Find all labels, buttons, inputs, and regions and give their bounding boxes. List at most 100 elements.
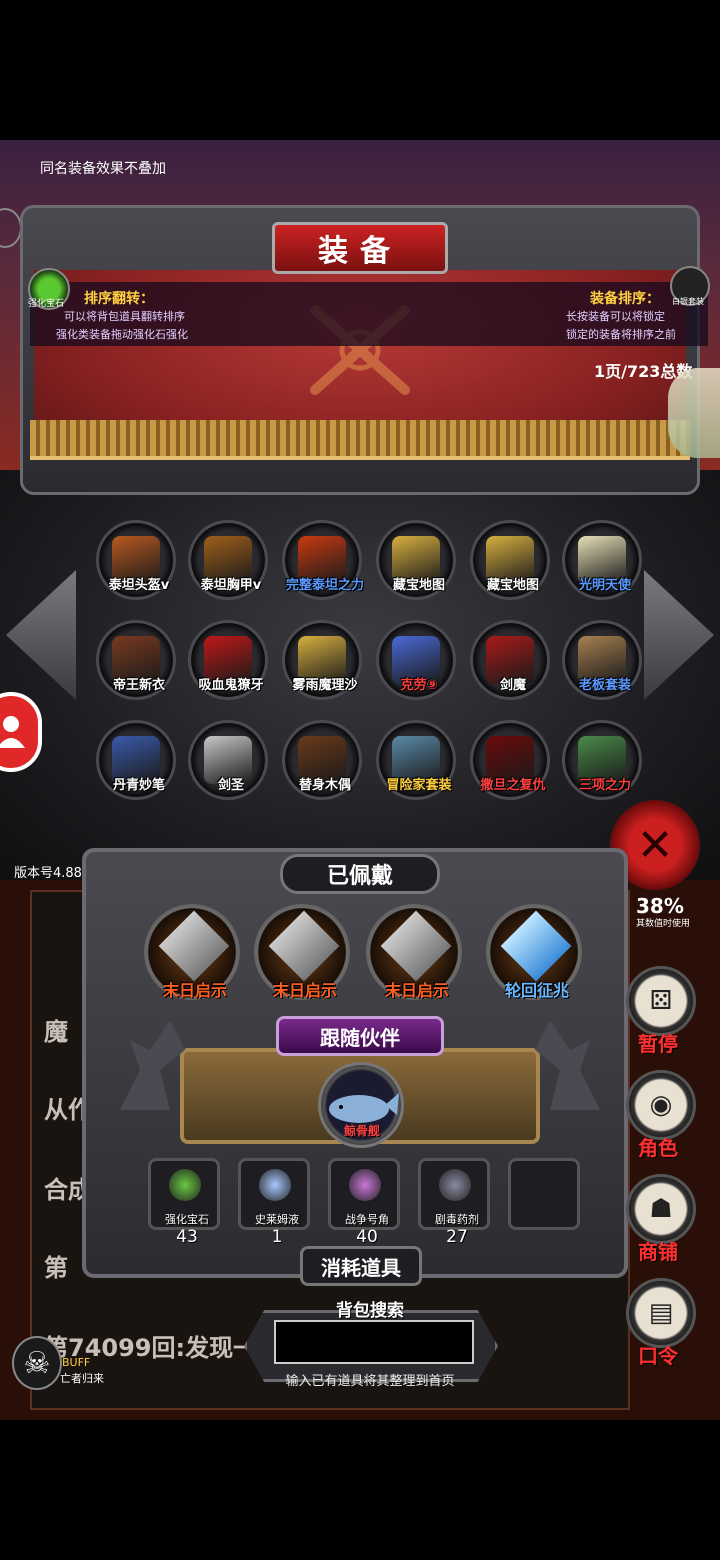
floating-widget[interactable] (668, 368, 720, 458)
inventory-slot[interactable]: 泰坦胸甲v (188, 520, 268, 600)
inventory-slot[interactable]: 雾雨魔理沙 (282, 620, 362, 700)
item-label: 吸血鬼獠牙 (198, 678, 264, 693)
item-label: 剑圣 (217, 778, 244, 793)
search-input[interactable] (274, 1320, 474, 1364)
sort-flip-title[interactable]: 排序翻转： (84, 288, 154, 308)
item-label: 丹青妙笔 (112, 778, 165, 793)
inventory-slot[interactable]: 帝王新衣 (96, 620, 176, 700)
side-button-1[interactable]: ⚄ (626, 966, 696, 1036)
inventory-slot[interactable]: 完整泰坦之力 (282, 520, 364, 600)
item-label: 泰坦头盔v (108, 578, 170, 593)
equipped-label: 末日启示 (162, 981, 227, 1000)
inventory-slot[interactable]: 藏宝地图 (376, 520, 456, 600)
side-button-label: 暂停 (638, 1032, 678, 1056)
item-label: 克劳⑨ (400, 678, 438, 693)
consumable-count: 43 (176, 1227, 198, 1247)
search-hint: 输入已有道具将其整理到首页 (285, 1374, 455, 1389)
consumable-count: 40 (356, 1227, 378, 1247)
consumable-slot[interactable]: 强化宝石 43 (148, 1158, 220, 1247)
enhance-gem-label: 强化宝石 (28, 299, 65, 309)
inventory-slot[interactable]: 藏宝地图 (470, 520, 550, 600)
dragon-statue-left-icon (120, 1020, 185, 1110)
axe-icon (268, 910, 340, 982)
inventory-slot[interactable]: 剑魔 (470, 620, 550, 700)
consumable-label: 强化宝石 (165, 1213, 209, 1226)
consumable-icon (439, 1169, 471, 1201)
item-label: 藏宝地图 (392, 578, 445, 593)
consumable-label: 剧毒药剂 (435, 1213, 479, 1226)
consumable-label: 战争号角 (345, 1213, 389, 1226)
search-title: 背包搜索 (336, 1301, 404, 1321)
user-icon (0, 716, 25, 748)
inventory-slot[interactable]: 吸血鬼獠牙 (188, 620, 268, 700)
equip-sort-line1: 长按装备可以将锁定 (566, 310, 665, 323)
equipped-label: 末日启示 (272, 981, 337, 1000)
item-label: 光明天使 (578, 578, 631, 593)
book-icon: ▤ (648, 1298, 674, 1328)
consumable-label: 史莱姆液 (255, 1213, 299, 1226)
consumable-count: 1 (271, 1227, 283, 1247)
sort-flip-line1: 可以将背包道具翻转排序 (64, 310, 185, 323)
equipped-slot[interactable]: 末日启示 (366, 904, 462, 1000)
item-label: 帝王新衣 (112, 678, 165, 693)
item-label: 藏宝地图 (486, 578, 539, 593)
consumables-title: 消耗道具 (300, 1246, 422, 1286)
item-label: 完整泰坦之力 (285, 578, 364, 593)
item-label: 剑魔 (499, 678, 526, 693)
close-icon: ✕ (636, 819, 674, 871)
inventory-slot[interactable]: 光明天使 (562, 520, 642, 600)
inventory-slot[interactable]: 剑圣 (188, 720, 268, 800)
consumable-slot[interactable] (508, 1158, 580, 1230)
consumable-count: 27 (446, 1227, 468, 1247)
axe-icon (380, 910, 452, 982)
buff-label: BUFF (62, 1356, 91, 1369)
side-button-4[interactable]: ▤ (626, 1278, 696, 1348)
equipped-slot[interactable]: 末日启示 (144, 904, 240, 1000)
axe-icon (158, 910, 230, 982)
item-label: 替身木偶 (298, 778, 351, 793)
log-line: 第 (44, 1254, 68, 1282)
inventory-slot[interactable]: 冒险家套装 (376, 720, 456, 800)
equipped-slot[interactable]: 轮回征兆 (486, 904, 582, 1000)
inventory-slot[interactable]: 替身木偶 (282, 720, 362, 800)
equipped-slot[interactable]: 末日启示 (254, 904, 350, 1000)
merchant-icon: ☗ (649, 1194, 673, 1224)
consumable-slot[interactable]: 史莱姆液 1 (238, 1158, 310, 1247)
inventory-slot[interactable]: 老板套装 (562, 620, 642, 700)
dragon-statue-right-icon (535, 1020, 600, 1110)
inventory-slot[interactable]: 撒旦之复仇 (470, 720, 550, 800)
side-button-label: 角色 (638, 1136, 678, 1160)
item-label: 雾雨魔理沙 (292, 678, 358, 693)
consumable-slot[interactable]: 剧毒药剂 27 (418, 1158, 490, 1247)
inventory-slot[interactable]: 三项之力 (562, 720, 642, 800)
sort-flip-line2: 强化类装备拖动强化石强化 (56, 328, 188, 341)
dice-icon: ⚄ (649, 986, 673, 1016)
consumable-icon (259, 1169, 291, 1201)
equipped-label: 末日启示 (384, 981, 449, 1000)
staff-icon (500, 910, 572, 982)
side-percentage-sub: 其数值时使用 (636, 919, 691, 929)
side-button-label: 商铺 (638, 1240, 678, 1264)
item-label: 冒险家套装 (386, 778, 452, 793)
side-button-2[interactable]: ◉ (626, 1070, 696, 1140)
consumable-slot[interactable]: 战争号角 40 (328, 1158, 400, 1247)
silver-set-label: 白银套装 (672, 297, 704, 306)
buff-sub: 亡者归来 (60, 1372, 104, 1385)
inventory-slot[interactable]: 泰坦头盔v (96, 520, 176, 600)
equip-sort-title[interactable]: 装备排序： (590, 288, 660, 308)
version-label: 版本号4.88 (14, 866, 82, 881)
item-label: 老板套装 (578, 678, 631, 693)
consumable-icon (349, 1169, 381, 1201)
item-label: 三项之力 (578, 778, 631, 793)
equipped-label: 轮回征兆 (504, 981, 569, 1000)
equipped-title: 已佩戴 (280, 854, 440, 894)
side-button-label: 口令 (638, 1344, 678, 1368)
inventory-slot[interactable]: 克劳⑨ (376, 620, 456, 700)
skull-buff-icon[interactable]: ☠ (12, 1336, 62, 1390)
item-label: 泰坦胸甲v (200, 578, 262, 593)
page-title: 装备 (272, 222, 448, 274)
item-label: 撒旦之复仇 (480, 778, 546, 793)
side-button-3[interactable]: ☗ (626, 1174, 696, 1244)
top-notice: 同名装备效果不叠加 (40, 161, 166, 177)
inventory-slot[interactable]: 丹青妙笔 (96, 720, 176, 800)
